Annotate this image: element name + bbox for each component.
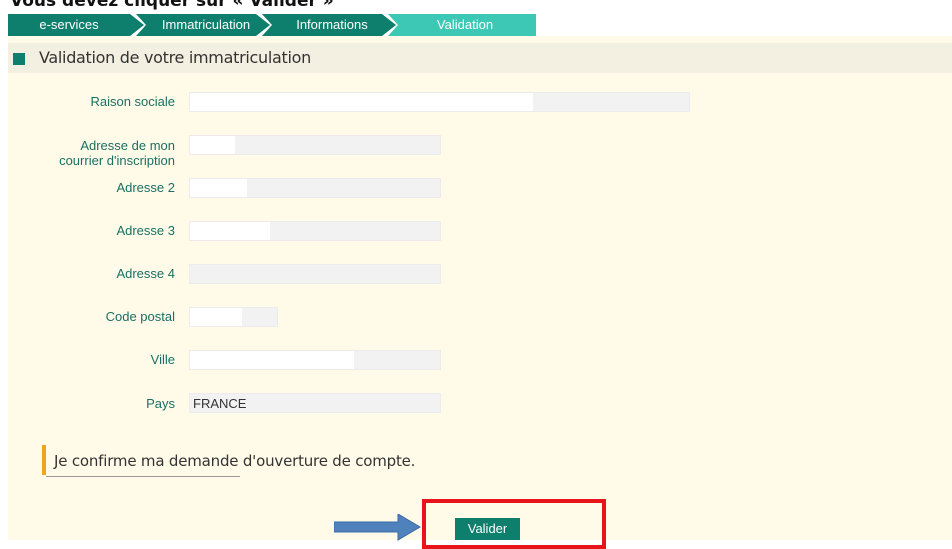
section-title: Validation de votre immatriculation: [39, 48, 311, 67]
pays-label: Pays: [146, 396, 175, 411]
page-heading: Vous devez cliquer sur « Valider »: [10, 0, 334, 11]
confirm-text: Je confirme ma demande d'ouverture de co…: [54, 452, 416, 470]
raison-sociale-label: Raison sociale: [90, 94, 175, 109]
breadcrumb-step-label: e-services: [39, 17, 99, 32]
breadcrumb-step-validation: Validation: [388, 14, 536, 36]
adresse-1-label-line-1: Adresse de mon: [80, 138, 175, 153]
breadcrumb-step-informations[interactable]: Informations: [262, 14, 396, 36]
adresse-3-label: Adresse 3: [116, 223, 175, 238]
breadcrumb: e-services Immatriculation Informations …: [8, 14, 536, 36]
breadcrumb-step-immatriculation[interactable]: Immatriculation: [136, 14, 270, 36]
adresse-2-field[interactable]: [189, 178, 441, 198]
breadcrumb-step-label: Immatriculation: [161, 17, 251, 32]
pays-field[interactable]: FRANCE: [189, 393, 441, 413]
section-square-icon: [13, 53, 25, 65]
adresse-1-field[interactable]: [189, 135, 441, 155]
adresse-4-label: Adresse 4: [116, 266, 175, 281]
ville-field[interactable]: [189, 350, 441, 370]
confirm-accent-bar: [42, 445, 46, 475]
adresse-1-label-line-2: courrier d'inscription: [59, 153, 175, 168]
ville-label: Ville: [150, 352, 175, 367]
adresse-2-label: Adresse 2: [116, 180, 175, 195]
breadcrumb-step-e-services[interactable]: e-services: [8, 14, 144, 36]
validate-button[interactable]: Valider: [455, 518, 520, 540]
code-postal-field[interactable]: [189, 307, 278, 327]
adresse-3-field[interactable]: [189, 221, 441, 241]
breadcrumb-step-label: Informations: [296, 17, 368, 32]
adresse-4-field[interactable]: [189, 264, 441, 284]
confirm-divider: [46, 476, 240, 477]
adresse-1-label: Adresse de mon courrier d'inscription: [59, 138, 175, 168]
code-postal-label: Code postal: [105, 309, 175, 324]
raison-sociale-field[interactable]: [189, 92, 690, 112]
breadcrumb-step-label: Validation: [436, 17, 494, 32]
